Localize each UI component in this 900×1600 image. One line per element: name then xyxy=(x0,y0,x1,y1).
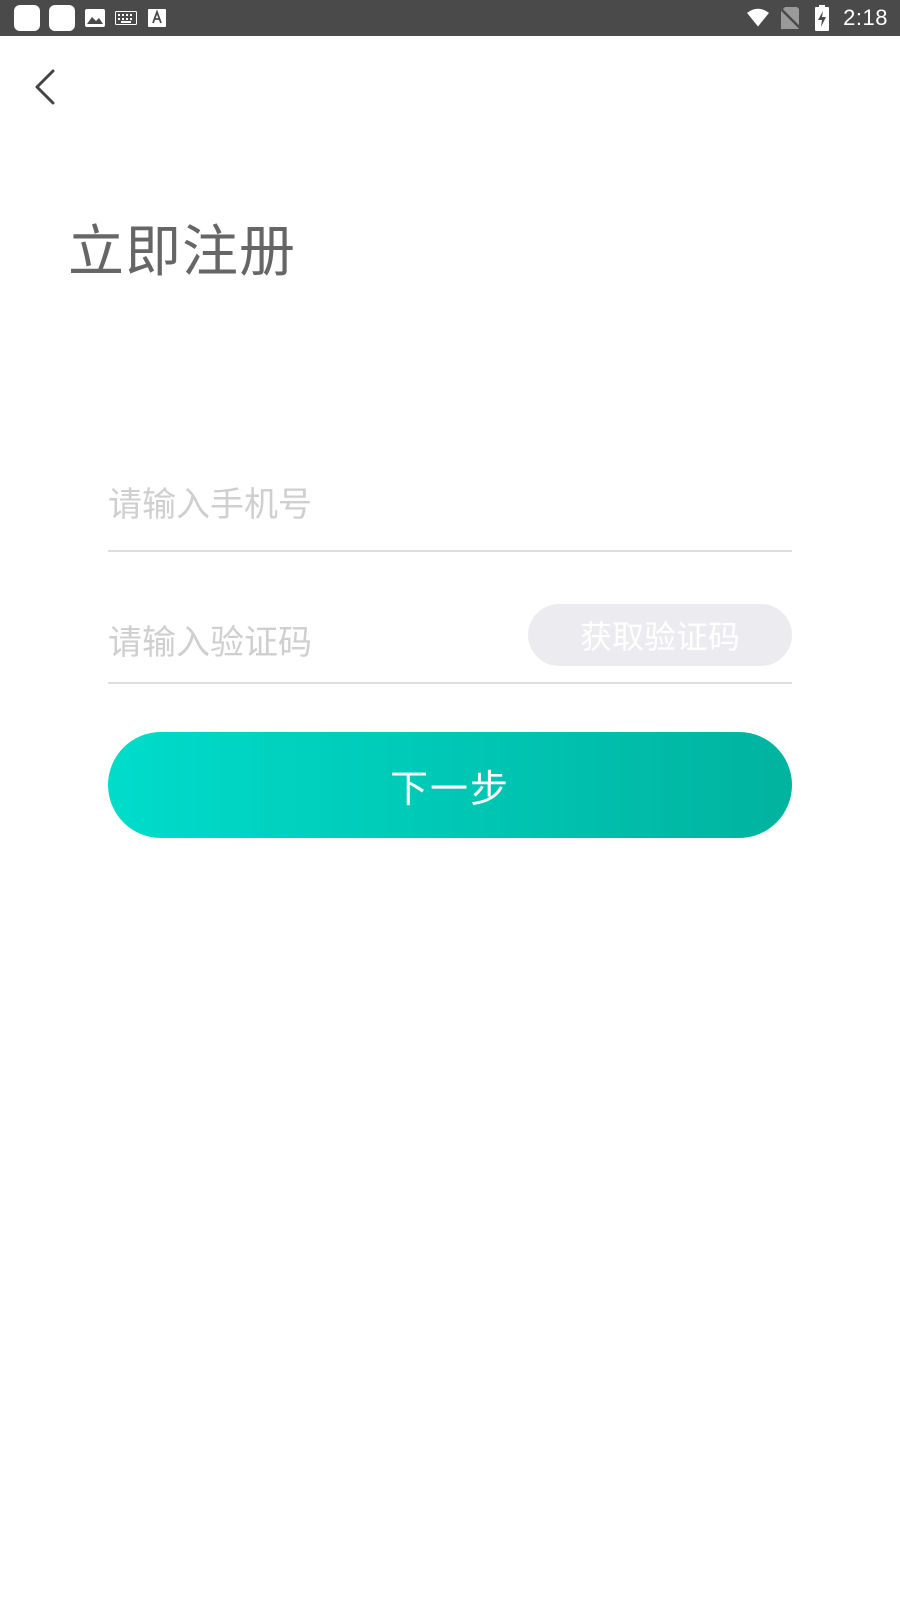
image-icon xyxy=(84,7,106,29)
app-notification-icon xyxy=(49,5,75,31)
back-button[interactable] xyxy=(22,66,68,112)
status-bar-notifications xyxy=(14,5,168,31)
text-icon xyxy=(146,7,168,29)
wifi-icon xyxy=(747,7,770,29)
status-bar: 2:18 xyxy=(0,0,900,36)
next-step-button[interactable]: 下一步 xyxy=(108,732,792,838)
no-sim-icon xyxy=(779,7,801,29)
chevron-left-icon xyxy=(33,69,57,109)
get-code-button[interactable]: 获取验证码 xyxy=(528,604,792,666)
page-title: 立即注册 xyxy=(68,220,296,285)
keyboard-icon xyxy=(115,7,137,29)
status-bar-system: 2:18 xyxy=(747,0,888,36)
phone-field xyxy=(108,462,792,552)
battery-charging-icon xyxy=(811,5,833,31)
app-notification-icon xyxy=(14,5,40,31)
phone-input[interactable] xyxy=(108,470,792,540)
verification-code-input[interactable] xyxy=(108,608,508,678)
status-bar-time: 2:18 xyxy=(843,5,888,30)
verification-code-field: 获取验证码 xyxy=(108,594,792,684)
